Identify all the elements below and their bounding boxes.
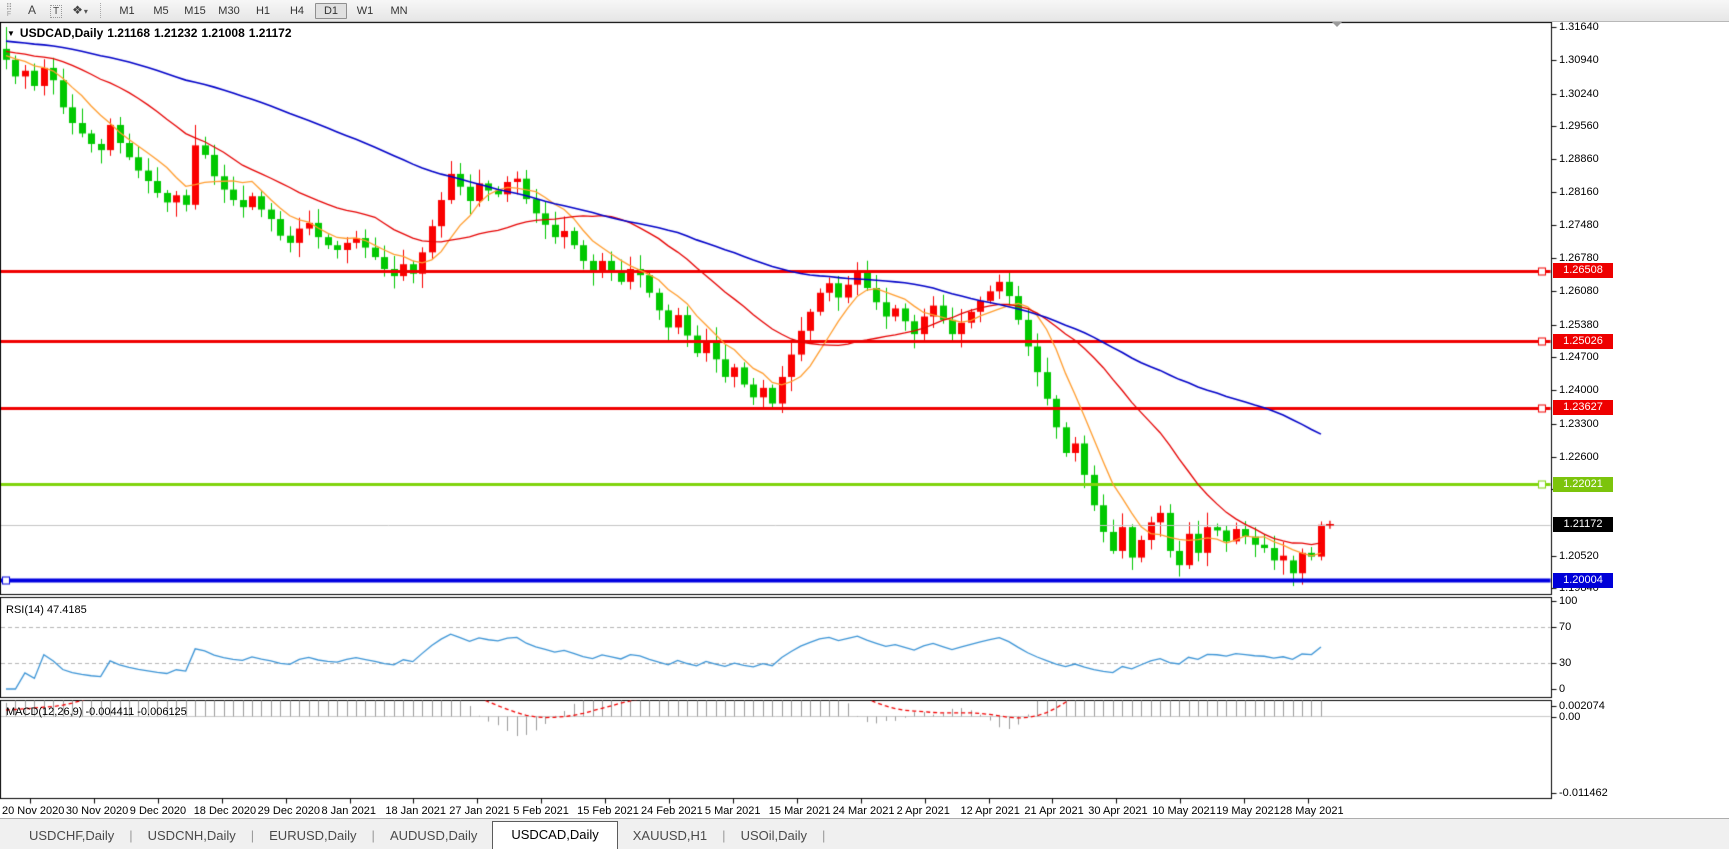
tab-usdchf-daily[interactable]: USDCHF,Daily	[14, 823, 129, 849]
date-tick-label: 24 Mar 2021	[832, 805, 895, 817]
price-tick-label: 1.31640	[1559, 21, 1599, 33]
chart-header: ▼ USDCAD,Daily 1.21168 1.21232 1.21008 1.2117…	[7, 26, 296, 40]
price-tick-label: 1.26080	[1559, 285, 1599, 298]
timeframe-button-m1[interactable]: M1	[111, 3, 143, 19]
date-tick-label: 5 Mar 2021	[704, 805, 761, 817]
chevron-down-icon[interactable]: ▼	[7, 29, 15, 38]
timeframe-button-mn[interactable]: MN	[383, 3, 415, 19]
date-tick-label: 5 Feb 2021	[513, 805, 569, 817]
chart-region[interactable]: ▼ USDCAD,Daily 1.21168 1.21232 1.21008 1.2117…	[0, 21, 1729, 818]
timeframe-button-h4[interactable]: H4	[281, 3, 313, 19]
chart-symbol: USDCAD,Daily	[19, 26, 104, 40]
tab-xauusd-h1[interactable]: XAUUSD,H1	[618, 823, 722, 849]
price-tick-label: 1.28860	[1559, 153, 1599, 166]
price-tick-label: 1.24000	[1559, 384, 1599, 397]
macd-tick-label: -0.011462	[1559, 787, 1608, 799]
rsi-tick-label: 30	[1559, 656, 1572, 669]
date-tick-label: 28 May 2021	[1280, 805, 1344, 817]
timeframe-button-m5[interactable]: M5	[145, 3, 177, 19]
hline-price-badge: 1.23627	[1553, 400, 1613, 416]
price-tick-label: 1.29560	[1559, 119, 1599, 132]
tab-usdcad-daily[interactable]: USDCAD,Daily	[492, 821, 618, 849]
price-tick-label: 1.30240	[1559, 87, 1599, 100]
hline-price-badge: 1.25026	[1553, 333, 1613, 349]
rsi-tick-label: 100	[1559, 595, 1578, 607]
rsi-tick-label: 70	[1559, 621, 1572, 634]
date-tick-label: 15 Feb 2021	[577, 805, 639, 817]
price-tick-label: 1.26780	[1559, 252, 1599, 265]
tab-usdcnh-daily[interactable]: USDCNH,Daily	[133, 823, 251, 849]
date-tick-label: 18 Jan 2021	[385, 805, 446, 817]
date-tick-label: 27 Jan 2021	[449, 805, 510, 817]
date-tick-label: 21 Apr 2021	[1024, 805, 1084, 817]
timeframe-button-d1[interactable]: D1	[315, 2, 347, 19]
price-tick-label: 1.20520	[1559, 549, 1599, 562]
price-tick-label: 1.25380	[1559, 318, 1599, 331]
price-tick-label: 1.22600	[1559, 450, 1599, 463]
hline-price-badge: 1.26508	[1553, 263, 1613, 279]
bar-open: 1.21168	[107, 26, 150, 40]
tab-eurusd-daily[interactable]: EURUSD,Daily	[254, 823, 371, 849]
tab-usoil-daily[interactable]: USOil,Daily	[726, 823, 822, 849]
hline-price-badge: 1.22021	[1553, 476, 1613, 492]
objects-tool-icon[interactable]: ❖▾	[68, 2, 92, 19]
rsi-label: RSI(14) 47.4185	[6, 604, 87, 616]
tab-audusd-daily[interactable]: AUDUSD,Daily	[375, 823, 492, 849]
top-toolbar: ⠿ F A T ❖▾ M1 M5 M15 M30 H1 H4 D1 W1 MN	[0, 0, 1729, 22]
price-tick-label: 1.30940	[1559, 54, 1599, 67]
date-tick-label: 10 May 2021	[1152, 805, 1216, 817]
date-tick-label: 9 Dec 2020	[129, 805, 187, 817]
rsi-tick-label: 0	[1559, 683, 1566, 695]
date-tick-label: 20 Nov 2020	[2, 805, 65, 817]
timeframe-button-m15[interactable]: M15	[179, 3, 211, 19]
timeframe-button-w1[interactable]: W1	[349, 3, 381, 19]
current-price-badge: 1.21172	[1553, 517, 1613, 533]
price-tick-label: 1.23300	[1559, 417, 1599, 430]
date-tick-label: 29 Dec 2020	[257, 805, 320, 817]
hline-price-badge: 1.20004	[1553, 572, 1613, 588]
chart-tabs: USDCHF,Daily | USDCNH,Daily | EURUSD,Daily | A…	[0, 818, 1729, 849]
toolbar-separator	[100, 3, 107, 18]
price-tick-label: 1.24700	[1559, 350, 1599, 363]
date-tick-label: 30 Apr 2021	[1088, 805, 1148, 817]
price-tick-label: 1.28160	[1559, 186, 1599, 199]
date-tick-label: 15 Mar 2021	[768, 805, 831, 817]
text-label-tool-icon[interactable]: T	[44, 2, 68, 19]
price-tick-label: 1.27480	[1559, 218, 1599, 231]
bar-close: 1.21172	[248, 26, 292, 40]
date-tick-label: 24 Feb 2021	[641, 805, 703, 817]
date-tick-label: 19 May 2021	[1216, 805, 1280, 817]
date-tick-label: 30 Nov 2020	[65, 805, 129, 817]
font-tool-icon[interactable]: A	[20, 2, 44, 19]
date-tick-label: 18 Dec 2020	[193, 805, 257, 817]
date-tick-label: 12 Apr 2021	[960, 805, 1020, 817]
macd-tick-label: 0.00	[1559, 711, 1581, 723]
date-tick-label: 2 Apr 2021	[896, 805, 950, 817]
tab-separator: |	[822, 828, 826, 843]
macd-label: MACD(12,26,9) -0.004411 -0.006125	[6, 706, 187, 718]
bar-high: 1.21232	[154, 26, 198, 40]
date-tick-label: 8 Jan 2021	[321, 805, 376, 817]
timeframe-button-h1[interactable]: H1	[247, 3, 279, 19]
toolbar-grip[interactable]: ⠿ F	[2, 2, 16, 18]
timeframe-button-m30[interactable]: M30	[213, 3, 245, 19]
bar-low: 1.21008	[201, 26, 245, 40]
price-chart-canvas[interactable]	[0, 22, 1729, 818]
